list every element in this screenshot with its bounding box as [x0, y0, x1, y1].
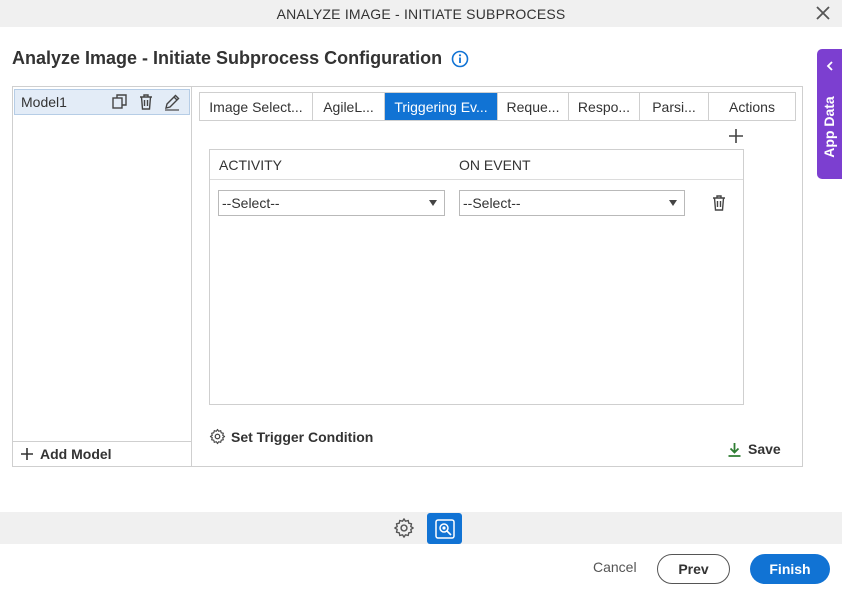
window-titlebar: ANALYZE IMAGE - INITIATE SUBPROCESS — [0, 0, 842, 27]
window-title: ANALYZE IMAGE - INITIATE SUBPROCESS — [276, 5, 566, 22]
edit-icon[interactable] — [163, 93, 181, 111]
delete-row-icon[interactable] — [710, 194, 728, 212]
save-label: Save — [748, 441, 781, 457]
tab-image-select[interactable]: Image Select... — [200, 93, 313, 120]
add-model-button[interactable]: Add Model — [13, 441, 191, 466]
settings-gear-icon[interactable] — [393, 517, 415, 539]
add-row-icon[interactable] — [728, 128, 744, 144]
cancel-button[interactable]: Cancel — [593, 559, 637, 575]
column-header-activity: ACTIVITY — [219, 157, 283, 173]
tab-bar: Image Select... AgileL... Triggering Ev.… — [199, 92, 796, 121]
table-header: ACTIVITY ON EVENT — [210, 150, 743, 180]
gear-icon — [209, 428, 226, 445]
model-name: Model1 — [21, 94, 67, 110]
column-header-on-event: ON EVENT — [459, 157, 531, 173]
app-data-label: App Data — [821, 96, 837, 158]
tab-request[interactable]: Reque... — [498, 93, 569, 120]
close-icon[interactable] — [814, 4, 832, 22]
tab-actions[interactable]: Actions — [709, 93, 795, 120]
on-event-select[interactable]: --Select-- — [459, 190, 685, 216]
set-trigger-condition-label: Set Trigger Condition — [231, 428, 374, 445]
image-search-icon — [434, 518, 455, 539]
page-title: Analyze Image - Initiate Subprocess Conf… — [12, 48, 443, 68]
chevron-left-icon — [826, 61, 833, 71]
tab-parsing[interactable]: Parsi... — [640, 93, 709, 120]
config-panel: Model1 Add Model Image Select... AgileL.… — [12, 86, 803, 467]
image-analysis-button[interactable] — [427, 513, 462, 544]
finish-button[interactable]: Finish — [750, 554, 830, 584]
dropdown-arrow-icon — [669, 200, 677, 206]
copy-icon[interactable] — [111, 93, 129, 111]
prev-button[interactable]: Prev — [657, 554, 730, 584]
info-icon[interactable] — [451, 50, 469, 68]
download-icon — [728, 442, 741, 457]
page-title-row: Analyze Image - Initiate Subprocess Conf… — [12, 48, 469, 69]
model-list-item[interactable]: Model1 — [14, 89, 190, 115]
tab-response[interactable]: Respo... — [569, 93, 640, 120]
trigger-events-table: ACTIVITY ON EVENT --Select-- --Select-- — [209, 149, 744, 405]
activity-select[interactable]: --Select-- — [218, 190, 445, 216]
plus-icon — [21, 448, 33, 460]
delete-icon[interactable] — [137, 93, 155, 111]
on-event-select-value: --Select-- — [463, 195, 521, 211]
save-button[interactable]: Save — [727, 441, 781, 457]
app-data-tab[interactable]: App Data — [817, 49, 842, 179]
set-trigger-condition-button[interactable]: Set Trigger Condition — [209, 428, 373, 445]
dropdown-arrow-icon — [429, 200, 437, 206]
activity-select-value: --Select-- — [222, 195, 280, 211]
add-model-label: Add Model — [40, 446, 112, 462]
tab-triggering-events[interactable]: Triggering Ev... — [385, 93, 498, 120]
tab-agilelab[interactable]: AgileL... — [313, 93, 385, 120]
model-list-panel: Model1 Add Model — [13, 87, 192, 466]
bottom-toolbar — [0, 512, 842, 544]
